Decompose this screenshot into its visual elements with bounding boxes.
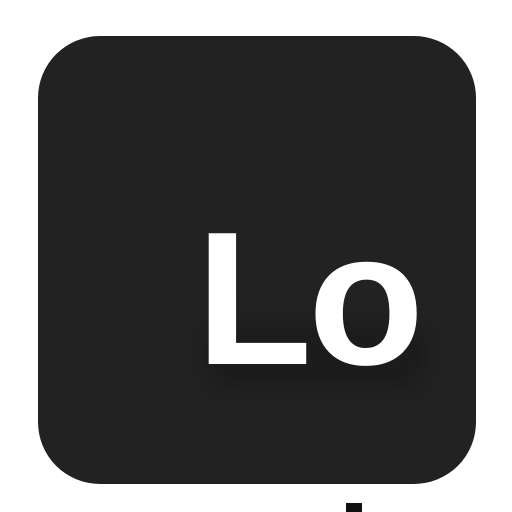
cropped-text-fragment: [346, 503, 362, 512]
app-icon-tile[interactable]: Lo: [38, 36, 476, 484]
icon-canvas: Lo: [0, 0, 512, 512]
app-icon-label: Lo: [196, 193, 424, 405]
